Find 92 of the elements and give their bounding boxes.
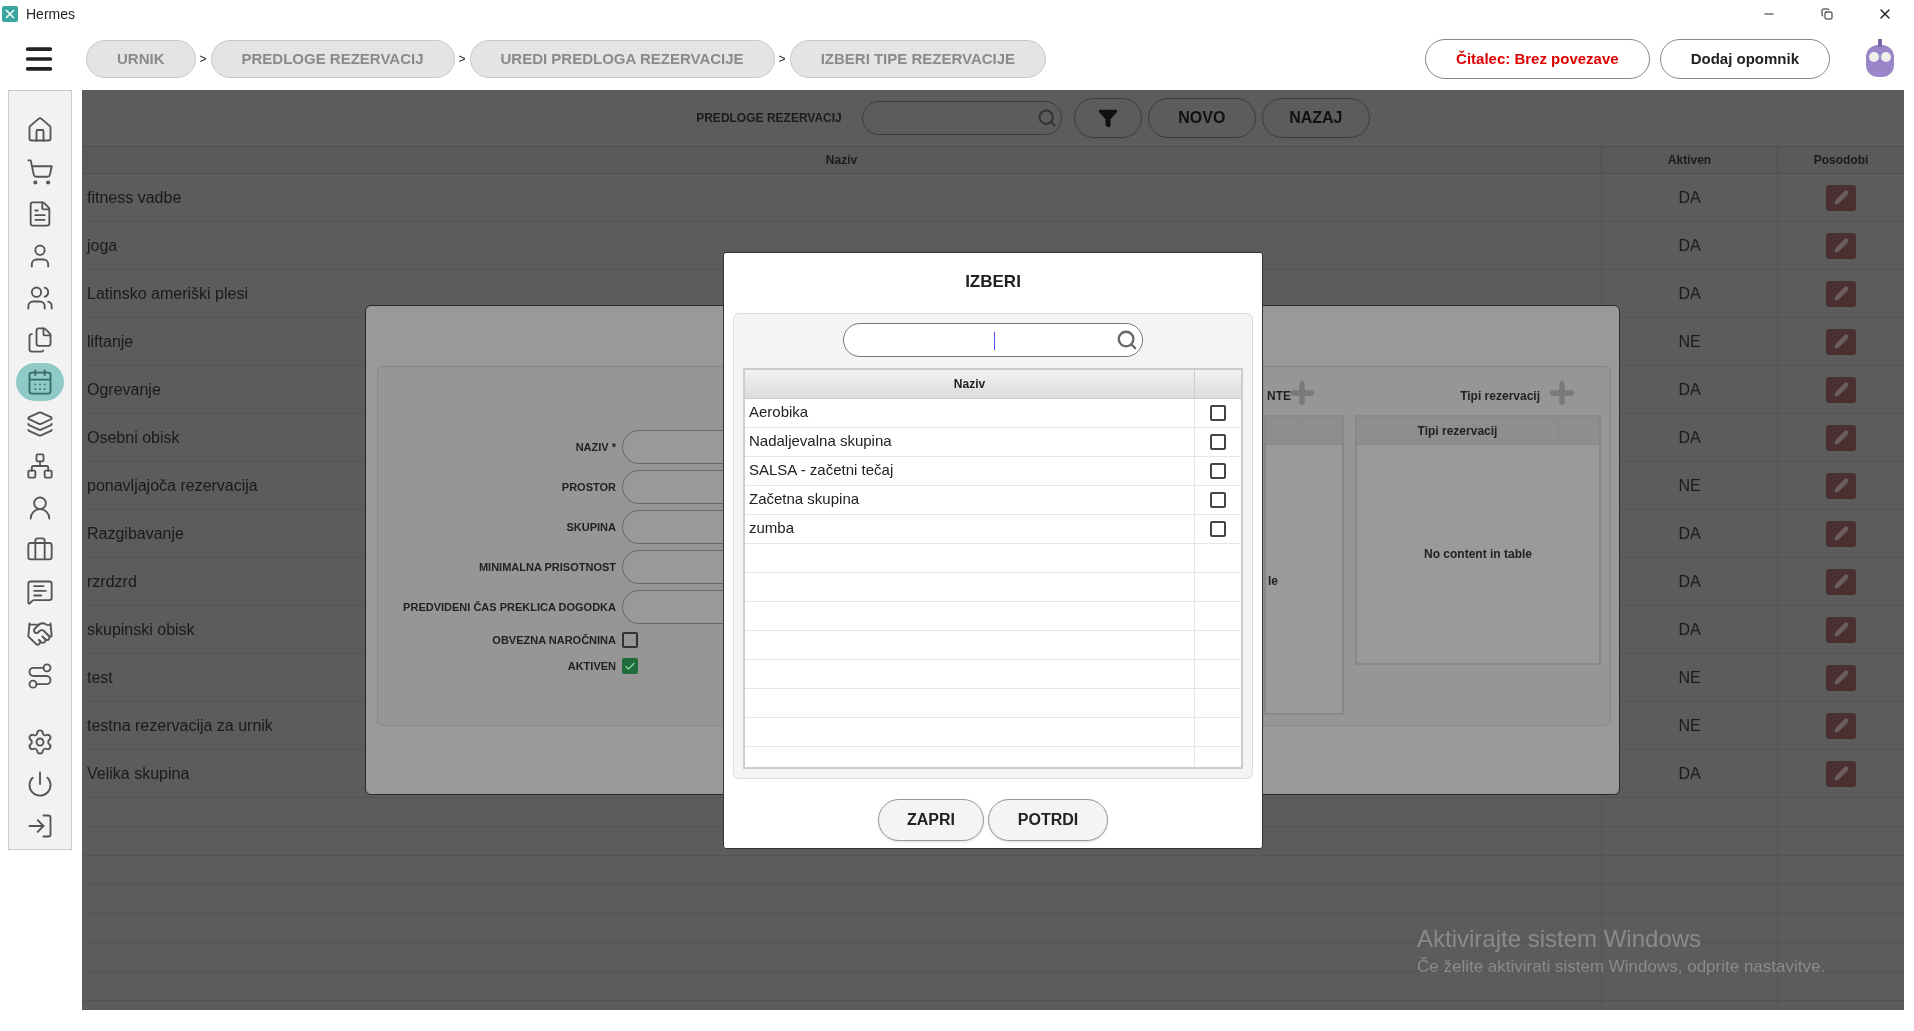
field-label: PROSTOR [560, 479, 617, 495]
section-label: Tipi rezervacij [1459, 388, 1540, 405]
checkbox[interactable] [1210, 462, 1226, 479]
table-cell-text: SALSA - začetni tečaj [749, 460, 894, 481]
column-header: Aktiven [1667, 152, 1712, 169]
pencil-icon [1833, 238, 1849, 253]
table-cell-text: Osebni obisk [87, 427, 180, 448]
toolbar-label: PREDLOGE REZERVACIJ [696, 110, 842, 127]
table-cell-text: DA [1678, 523, 1701, 544]
table-cell-text: testna rezervacija za urnik [87, 715, 273, 736]
table-cell-text: NE [1678, 667, 1701, 688]
table-cell-text: fitness vadbe [87, 187, 182, 208]
table-cell-text: DA [1678, 235, 1701, 256]
table-cell-text: DA [1678, 619, 1701, 640]
checkbox[interactable] [622, 632, 638, 648]
table-cell-text: joga [87, 235, 118, 256]
restore-icon [1821, 8, 1833, 20]
field-label: SKUPINA [565, 519, 617, 535]
table-cell-text: ponavljajoča rezervacija [87, 475, 258, 496]
table-cell-text: DA [1678, 379, 1701, 400]
field-label: OBVEZNA NAROČNINA [491, 632, 617, 648]
pencil-icon [1833, 334, 1849, 349]
checkbox[interactable] [622, 658, 638, 674]
table-cell-text: liftanje [87, 331, 134, 352]
breadcrumb-separator: > [778, 51, 786, 68]
checkbox[interactable] [1210, 491, 1226, 508]
table-cell-text: DA [1678, 571, 1701, 592]
checkbox[interactable] [1210, 520, 1226, 537]
column-header: Naziv [953, 375, 986, 393]
filter-button[interactable] [1073, 98, 1142, 138]
pencil-icon [1833, 622, 1849, 637]
pencil-icon [1833, 382, 1849, 397]
pencil-icon [1833, 430, 1849, 445]
table-cell-text: skupinski obisk [87, 619, 195, 640]
pencil-icon [1833, 286, 1849, 301]
table-cell-text: test [87, 667, 113, 688]
column-header: Naziv [825, 152, 858, 169]
checkbox[interactable] [1210, 433, 1226, 450]
back-button[interactable]: NAZAJ [1261, 98, 1370, 138]
breadcrumb-separator: > [199, 51, 207, 68]
pencil-icon [1833, 766, 1849, 781]
field-label: PREDVIDENI ČAS PREKLICA DOGODKA [402, 599, 617, 615]
checkbox[interactable] [1210, 404, 1226, 421]
pencil-icon [1833, 190, 1849, 205]
breadcrumb[interactable]: PREDLOGE REZERVACIJ [210, 40, 455, 78]
pencil-icon [1833, 526, 1849, 541]
reader-status-button[interactable]: Čitalec: Brez povezave [1425, 39, 1650, 79]
new-button[interactable]: NOVO [1147, 98, 1256, 138]
search-field[interactable] [861, 101, 1062, 135]
calendar-icon[interactable] [16, 363, 64, 401]
table-cell-text: Aerobika [749, 402, 809, 423]
window-title: Hermes [26, 4, 75, 24]
table-cell-text: Latinsko ameriški plesi [87, 283, 248, 304]
table-cell-text: DA [1678, 763, 1701, 784]
section-label: NTE [1267, 388, 1291, 405]
table-cell-text: Razgibavanje [87, 523, 184, 544]
search-icon [1116, 328, 1138, 351]
table-cell-text: NE [1678, 331, 1701, 352]
table-cell-text: Začetna skupina [749, 489, 860, 510]
column-header: Posodobi [1813, 152, 1869, 169]
table-cell-text: DA [1678, 283, 1701, 304]
search-icon [1036, 108, 1057, 128]
search-field[interactable] [843, 322, 1143, 357]
breadcrumb[interactable]: URNIK [86, 40, 196, 78]
breadcrumb-separator: > [458, 51, 466, 68]
table-cell-text: Ogrevanje [87, 379, 161, 400]
table-cell-text: Velika skupina [87, 763, 190, 784]
table-cell-text: NE [1678, 475, 1701, 496]
table-message: le [1268, 573, 1278, 590]
close-dialog-button[interactable]: ZAPRI [878, 798, 984, 841]
pencil-icon [1833, 478, 1849, 493]
table-cell-text: DA [1678, 427, 1701, 448]
text-cursor [994, 331, 995, 350]
filter-icon [1097, 108, 1118, 128]
table-cell-text: rzrdzrd [87, 571, 137, 592]
confirm-button[interactable]: POTRDI [988, 798, 1108, 841]
table-cell-text: DA [1678, 187, 1701, 208]
table-cell-text: Nadaljevalna skupina [749, 431, 892, 452]
empty-table-message: No content in table [1424, 546, 1532, 563]
pencil-icon [1833, 670, 1849, 685]
column-header: Tipi rezervacij [1417, 422, 1498, 440]
add-reminder-button[interactable]: Dodaj opomnik [1659, 39, 1830, 79]
pencil-icon [1833, 574, 1849, 589]
field-label: MINIMALNA PRISOTNOST [477, 559, 617, 575]
pencil-icon [1833, 718, 1849, 733]
dialog-title: IZBERI [965, 271, 1021, 293]
breadcrumb[interactable]: UREDI PREDLOGA REZERVACIJE [469, 40, 775, 78]
table-cell-text: zumba [749, 518, 795, 539]
field-label: AKTIVEN [566, 658, 617, 674]
field-label: NAZIV * [574, 439, 617, 455]
breadcrumb[interactable]: IZBERI TIPE REZERVACIJE [789, 40, 1047, 78]
table-cell-text: NE [1678, 715, 1701, 736]
